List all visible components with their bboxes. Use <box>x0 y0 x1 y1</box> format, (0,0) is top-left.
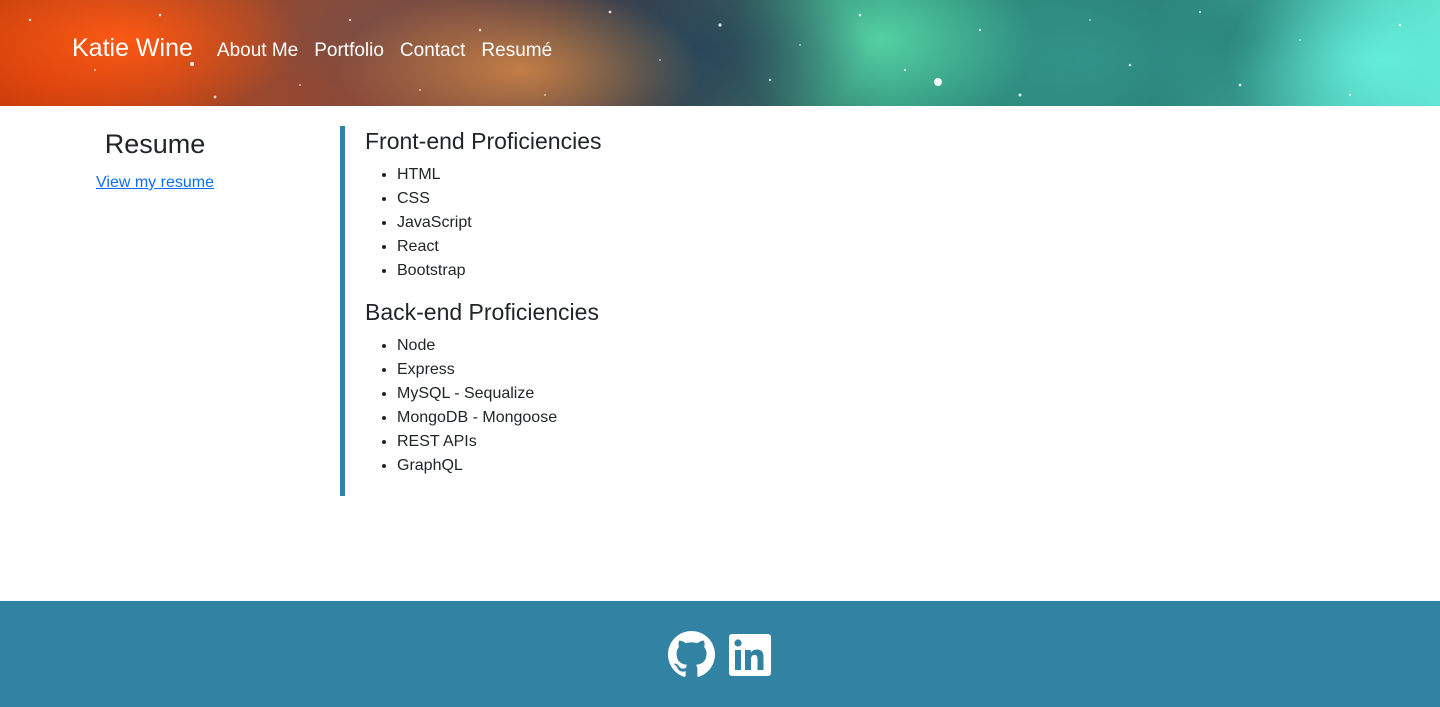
site-footer <box>0 601 1440 707</box>
list-item: React <box>397 235 940 259</box>
resume-sidebar: Resume View my resume <box>70 126 240 192</box>
page: Katie Wine About Me Portfolio Contact Re… <box>0 0 1440 707</box>
view-resume-link[interactable]: View my resume <box>96 174 214 192</box>
github-link[interactable] <box>668 631 715 678</box>
github-icon <box>668 631 715 677</box>
front-end-heading: Front-end Proficiencies <box>365 128 602 154</box>
site-header: Katie Wine About Me Portfolio Contact Re… <box>0 0 1440 106</box>
social-links <box>668 631 771 678</box>
linkedin-icon <box>729 633 771 676</box>
linkedin-link[interactable] <box>729 633 771 676</box>
list-item: GraphQL <box>397 454 940 478</box>
back-end-heading: Back-end Proficiencies <box>365 299 599 325</box>
list-item: REST APIs <box>397 430 940 454</box>
front-end-list: HTML CSS JavaScript React Bootstrap <box>365 163 940 283</box>
nav-link-about-me[interactable]: About Me <box>217 40 298 62</box>
list-item: Node <box>397 334 940 358</box>
back-end-list: Node Express MySQL - Sequalize MongoDB -… <box>365 334 940 478</box>
list-item: HTML <box>397 163 940 187</box>
list-item: Bootstrap <box>397 259 940 283</box>
nav-link-resume[interactable]: Resumé <box>481 40 552 62</box>
nav-link-portfolio[interactable]: Portfolio <box>314 40 384 62</box>
nav-link-contact[interactable]: Contact <box>400 40 465 62</box>
main-nav: Katie Wine About Me Portfolio Contact Re… <box>72 34 568 63</box>
list-item: JavaScript <box>397 211 940 235</box>
list-item: Express <box>397 358 940 382</box>
page-title: Resume <box>104 129 206 159</box>
brand-link[interactable]: Katie Wine <box>72 34 193 63</box>
list-item: MongoDB - Mongoose <box>397 406 940 430</box>
list-item: CSS <box>397 187 940 211</box>
list-item: MySQL - Sequalize <box>397 382 940 406</box>
proficiencies-panel: Front-end Proficiencies HTML CSS JavaScr… <box>340 126 940 496</box>
